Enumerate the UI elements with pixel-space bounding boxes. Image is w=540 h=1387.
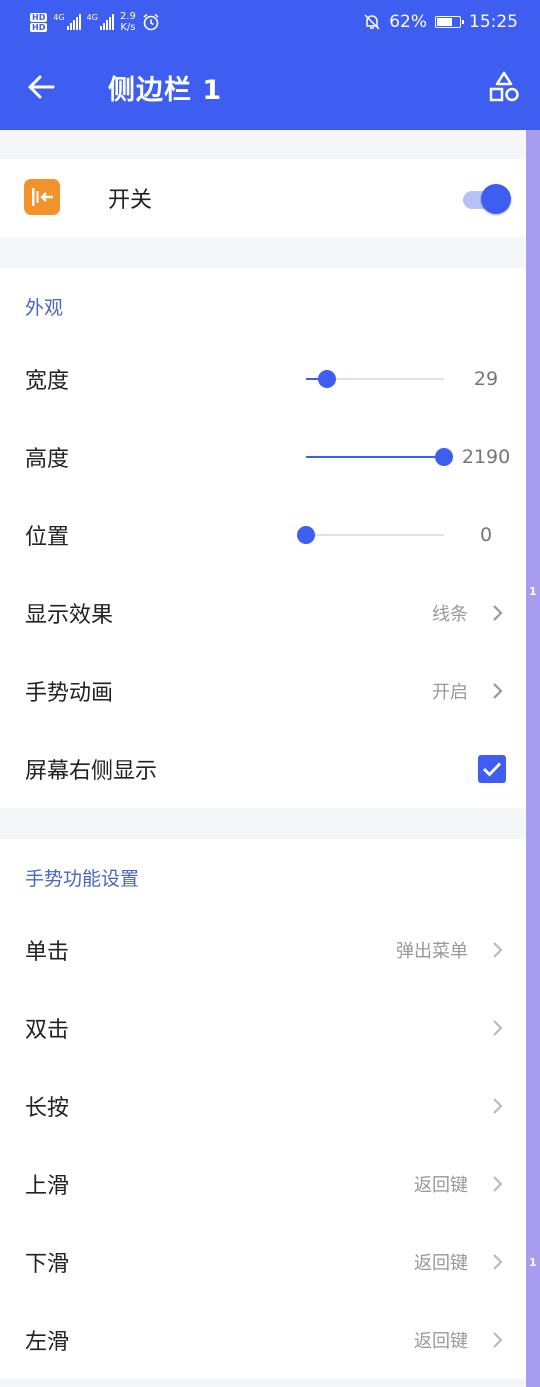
battery-percent: 62% [389, 12, 427, 32]
right-side-row[interactable]: 屏幕右侧显示 [0, 730, 526, 808]
back-arrow-icon[interactable] [26, 73, 56, 101]
slider-knob[interactable] [317, 370, 336, 388]
enable-label: 开关 [108, 188, 153, 213]
page-title: 侧边栏 1 [108, 75, 223, 106]
gesture-animation-value: 开启 [432, 682, 468, 703]
chevron-right-icon [493, 683, 503, 699]
enable-row[interactable]: 开关 [0, 159, 526, 237]
gesture-item-label: 下滑 [25, 1252, 70, 1277]
right-side-checkbox[interactable] [478, 755, 506, 783]
switch-thumb [481, 184, 511, 214]
chevron-right-icon [493, 942, 503, 958]
gesture-item-label: 上滑 [25, 1174, 70, 1199]
scroll-marker: 1 [529, 585, 537, 598]
gesture-animation-row[interactable]: 手势动画 开启 [0, 652, 526, 730]
status-bar: HD HD 4G 4G 2.9 K/s 62% 15:25 [0, 0, 540, 44]
gesture-item-label: 双击 [25, 1018, 70, 1043]
chevron-right-icon [493, 1332, 503, 1348]
hd-indicators: HD HD [30, 12, 48, 32]
chevron-right-icon [493, 1176, 503, 1192]
appearance-section-title: 外观 [25, 297, 64, 319]
gesture-item-value: 返回键 [414, 1253, 468, 1274]
position-label: 位置 [25, 525, 70, 550]
gesture-item-label: 长按 [25, 1096, 70, 1121]
clock: 15:25 [469, 12, 518, 32]
speed-unit: K/s [120, 22, 136, 33]
signal-bars-icon [99, 14, 114, 30]
display-effect-label: 显示效果 [25, 603, 114, 628]
display-effect-value: 线条 [432, 604, 468, 625]
hd-badge-2: HD [30, 22, 48, 32]
hd-badge-1: HD [30, 12, 48, 22]
width-label: 宽度 [25, 369, 70, 394]
slider-fill [306, 456, 444, 458]
enable-card: 开关 [0, 159, 526, 237]
gesture-item-value: 返回键 [414, 1175, 468, 1196]
gesture-card: 手势功能设置 单击 弹出菜单 双击 长按 上滑 返回键 下滑 返回键 左滑 返回… [0, 839, 526, 1379]
signal-bars-icon [66, 14, 81, 30]
gesture-item-double-tap[interactable]: 双击 [0, 989, 526, 1067]
app-bar: 侧边栏 1 [0, 44, 540, 130]
signal-1: 4G [53, 13, 81, 30]
height-value: 2190 [461, 446, 511, 468]
status-left: HD HD 4G 4G 2.9 K/s [30, 11, 160, 33]
scroll-marker: 1 [529, 1256, 537, 1269]
gesture-item-swipe-down[interactable]: 下滑 返回键 [0, 1223, 526, 1301]
gesture-item-label: 单击 [25, 940, 70, 965]
gesture-item-swipe-up[interactable]: 上滑 返回键 [0, 1145, 526, 1223]
gesture-section-title: 手势功能设置 [25, 868, 140, 890]
gesture-item-tap[interactable]: 单击 弹出菜单 [0, 911, 526, 989]
chevron-right-icon [493, 605, 503, 621]
slider-knob[interactable] [297, 526, 315, 544]
slider-knob[interactable] [435, 448, 453, 466]
gesture-item-label: 左滑 [25, 1330, 70, 1355]
signal-2: 4G [87, 14, 114, 30]
status-right: 62% 15:25 [363, 12, 518, 32]
network-type-1: 4G [53, 13, 65, 22]
battery-icon [435, 16, 464, 28]
gesture-item-swipe-left[interactable]: 左滑 返回键 [0, 1301, 526, 1379]
display-effect-row[interactable]: 显示效果 线条 [0, 574, 526, 652]
position-row: 位置 0 [0, 496, 526, 574]
sidebar-arrow-icon [32, 188, 53, 206]
chevron-right-icon [493, 1098, 503, 1114]
alarm-icon [143, 13, 159, 31]
enable-switch[interactable] [463, 184, 513, 214]
sidebar-app-icon [24, 179, 60, 215]
appearance-card: 外观 宽度 29 高度 2190 位置 0 显示效果 线条 手势动画 开启 屏幕… [0, 268, 526, 808]
speed-value: 2.9 [119, 11, 136, 22]
gesture-item-value: 弹出菜单 [396, 941, 468, 962]
shapes-icon[interactable] [488, 71, 520, 103]
check-icon [483, 762, 502, 777]
right-side-label: 屏幕右侧显示 [25, 759, 158, 784]
position-slider[interactable] [297, 526, 444, 544]
width-row: 宽度 29 [0, 340, 526, 418]
gesture-item-long-press[interactable]: 长按 [0, 1067, 526, 1145]
mute-bell-icon [364, 14, 380, 30]
gesture-item-value: 返回键 [414, 1331, 468, 1352]
width-value: 29 [473, 368, 499, 390]
chevron-right-icon [493, 1020, 503, 1036]
network-type-2: 4G [86, 13, 98, 22]
scroll-track[interactable] [526, 130, 540, 1387]
height-slider[interactable] [306, 448, 453, 466]
width-slider[interactable] [306, 370, 444, 388]
position-value: 0 [479, 524, 493, 546]
height-label: 高度 [25, 447, 70, 472]
gesture-animation-label: 手势动画 [25, 681, 114, 706]
height-row: 高度 2190 [0, 418, 526, 496]
network-speed: 2.9 K/s [120, 11, 136, 33]
chevron-right-icon [493, 1254, 503, 1270]
